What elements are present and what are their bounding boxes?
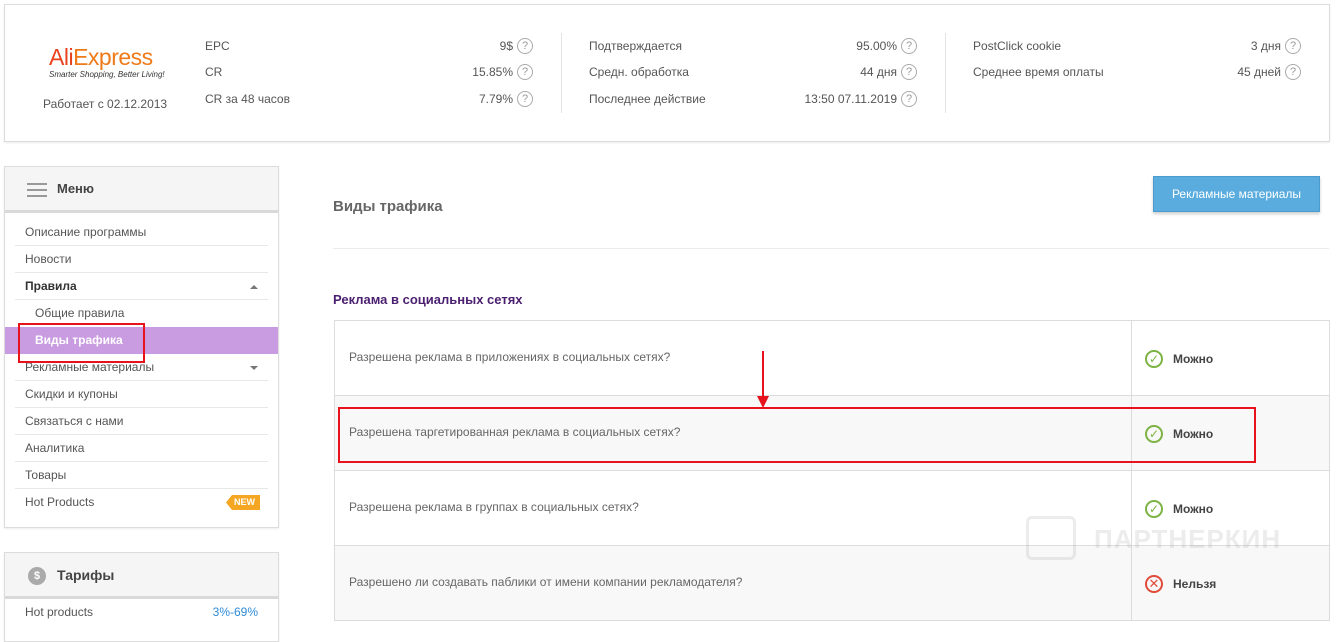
sidebar-item-rules[interactable]: Правила: [15, 273, 268, 300]
rule-status: ✕ Нельзя: [1145, 573, 1216, 593]
aliexpress-logo: AliExpress Smarter Shopping, Better Livi…: [49, 44, 165, 79]
coin-icon: $: [28, 567, 46, 585]
rule-status: ✓ Можно: [1145, 498, 1213, 518]
help-icon[interactable]: ?: [517, 64, 533, 80]
stat-processing: Средн. обработка 44 дня ?: [589, 63, 917, 81]
stat-value: 44 дня: [860, 65, 897, 79]
stat-label: EPC: [205, 39, 230, 53]
chevron-down-icon: [250, 366, 258, 370]
new-badge: NEW: [226, 495, 260, 510]
stat-label: Средн. обработка: [589, 65, 689, 79]
chevron-up-icon: [250, 285, 258, 289]
stat-value: 13:50 07.11.2019: [804, 92, 897, 106]
stat-payment-time: Среднее время оплаты 45 дней ?: [973, 63, 1301, 81]
help-icon[interactable]: ?: [901, 64, 917, 80]
stat-value: 15.85%: [472, 65, 513, 79]
menu-title: Меню: [57, 181, 95, 196]
stat-label: CR: [205, 65, 223, 79]
tariffs-panel: $ Тарифы Hot products 3%-69%: [4, 552, 279, 642]
section-title: Реклама в социальных сетях: [333, 292, 523, 307]
stat-label: Среднее время оплаты: [973, 65, 1104, 79]
rule-status: ✓ Можно: [1145, 348, 1213, 368]
stat-value: 95.00%: [856, 39, 897, 53]
check-circle-icon: ✓: [1145, 349, 1163, 368]
help-icon[interactable]: ?: [901, 38, 917, 54]
stat-label: CR за 48 часов: [205, 92, 290, 106]
stat-value: 3 дня: [1250, 39, 1281, 53]
help-icon[interactable]: ?: [901, 91, 917, 107]
cross-circle-icon: ✕: [1145, 574, 1163, 593]
stat-confirmed: Подтверждается 95.00% ?: [589, 37, 917, 55]
stat-last-action: Последнее действие 13:50 07.11.2019 ?: [589, 90, 917, 108]
stat-cr: CR 15.85% ?: [205, 63, 533, 81]
page-title: Виды трафика: [333, 198, 443, 215]
table-row: Разрешена реклама в приложениях в социал…: [334, 321, 1330, 396]
watermark-logo-icon: [1026, 516, 1076, 560]
divider: [333, 248, 1329, 249]
sidebar-item-products[interactable]: Товары: [15, 462, 268, 489]
rule-question: Разрешена реклама в группах в социальных…: [349, 500, 639, 514]
table-row: Разрешено ли создавать паблики от имени …: [334, 546, 1330, 621]
help-icon[interactable]: ?: [1285, 38, 1301, 54]
tariff-label: Hot products: [25, 605, 94, 619]
annotation-highlight-box: [338, 407, 1256, 463]
program-stats-panel: AliExpress Smarter Shopping, Better Livi…: [4, 4, 1330, 142]
stat-cr48: CR за 48 часов 7.79% ?: [205, 90, 533, 108]
tariffs-title: Тарифы: [57, 567, 115, 583]
annotation-highlight-box: [18, 323, 145, 363]
stat-epc: EPC 9$ ?: [205, 37, 533, 55]
sidebar-item-contact[interactable]: Связаться с нами: [15, 408, 268, 435]
tariffs-header: $ Тарифы: [5, 553, 278, 599]
stat-label: Последнее действие: [589, 92, 706, 106]
sidebar-item-description[interactable]: Описание программы: [15, 219, 268, 246]
menu-list-icon: [27, 183, 47, 197]
stats-divider: [561, 33, 562, 113]
stat-value: 45 дней: [1237, 65, 1281, 79]
stat-value: 7.79%: [478, 92, 513, 106]
sidebar-item-coupons[interactable]: Скидки и купоны: [15, 381, 268, 408]
rule-question: Разрешено ли создавать паблики от имени …: [349, 575, 743, 589]
rule-question: Разрешена реклама в приложениях в социал…: [349, 350, 671, 364]
help-icon[interactable]: ?: [517, 38, 533, 54]
since-date: Работает с 02.12.2013: [43, 97, 168, 111]
stat-label: Подтверждается: [589, 39, 682, 53]
check-circle-icon: ✓: [1145, 499, 1163, 518]
stat-value: 9$: [499, 39, 513, 53]
stat-postclick: PostClick cookie 3 дня ?: [973, 37, 1301, 55]
stats-divider: [945, 33, 946, 113]
tariff-row: Hot products 3%-69%: [15, 599, 268, 625]
tariff-value: 3%-69%: [212, 605, 258, 619]
help-icon[interactable]: ?: [517, 91, 533, 107]
help-icon[interactable]: ?: [1285, 64, 1301, 80]
sidebar-item-news[interactable]: Новости: [15, 246, 268, 273]
menu-header: Меню: [5, 167, 278, 213]
annotation-arrow: [762, 351, 764, 397]
ad-materials-button[interactable]: Рекламные материалы: [1153, 176, 1320, 212]
rules-table: Разрешена реклама в приложениях в социал…: [334, 320, 1330, 621]
sidebar-item-analytics[interactable]: Аналитика: [15, 435, 268, 462]
sidebar-item-hot-products[interactable]: Hot Products NEW: [15, 489, 268, 516]
stat-label: PostClick cookie: [973, 39, 1062, 53]
